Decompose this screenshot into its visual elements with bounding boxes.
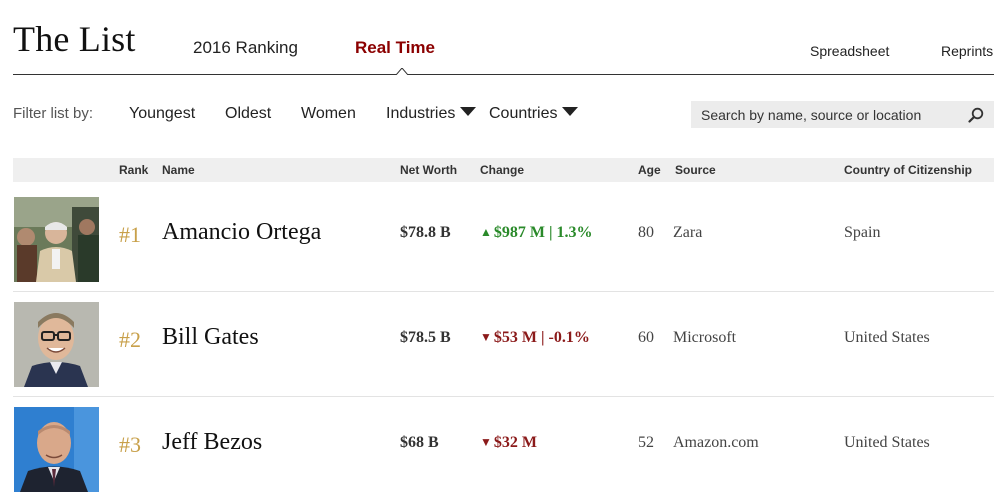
active-tab-notch-icon xyxy=(396,68,408,75)
table-row[interactable]: #2 Bill Gates $78.5 B ▼ $53 M | -0.1% 60 … xyxy=(13,291,994,396)
table-header: Rank Name Net Worth Change Age Source Co… xyxy=(13,158,994,182)
change-value: ▼ $53 M | -0.1% xyxy=(480,329,590,347)
change-text: $32 M xyxy=(493,434,537,451)
arrow-down-icon: ▼ xyxy=(480,330,492,344)
age-value: 80 xyxy=(638,224,654,241)
net-worth-value: $68 B xyxy=(400,434,439,451)
filter-women[interactable]: Women xyxy=(301,105,356,123)
net-worth-value: $78.5 B xyxy=(400,329,451,346)
filter-oldest[interactable]: Oldest xyxy=(225,105,271,123)
page-title: The List xyxy=(13,19,136,59)
column-header-country[interactable]: Country of Citizenship xyxy=(844,163,972,177)
chevron-down-icon xyxy=(460,107,477,116)
filter-youngest[interactable]: Youngest xyxy=(129,105,195,123)
arrow-up-icon: ▲ xyxy=(480,225,492,239)
age-value: 60 xyxy=(638,329,654,346)
table-row[interactable]: #1 Amancio Ortega $78.8 B ▲ $987 M | 1.3%… xyxy=(13,186,994,291)
column-header-change[interactable]: Change xyxy=(480,163,524,177)
tab-real-time[interactable]: Real Time xyxy=(355,38,435,58)
arrow-down-icon: ▼ xyxy=(480,435,492,449)
chevron-down-icon xyxy=(562,107,579,116)
person-photo xyxy=(14,407,99,492)
table-row[interactable]: #3 Jeff Bezos $68 B ▼ $32 M 52 Amazon.com… xyxy=(13,396,994,500)
filter-countries-label: Countries xyxy=(489,105,558,122)
country-value: United States xyxy=(844,434,930,451)
source-value: Microsoft xyxy=(673,329,737,346)
person-name[interactable]: Bill Gates xyxy=(162,324,259,351)
column-header-age[interactable]: Age xyxy=(638,163,661,177)
tab-2016-ranking[interactable]: 2016 Ranking xyxy=(193,38,298,58)
person-photo xyxy=(14,302,99,387)
filter-industries-dropdown[interactable]: Industries xyxy=(386,105,477,123)
country-value: Spain xyxy=(844,224,881,241)
change-value: ▼ $32 M xyxy=(480,434,537,452)
column-header-name[interactable]: Name xyxy=(162,163,195,177)
filter-countries-dropdown[interactable]: Countries xyxy=(489,105,579,123)
net-worth-value: $78.8 B xyxy=(400,224,451,241)
filter-industries-label: Industries xyxy=(386,105,456,122)
rank-value: #1 xyxy=(119,222,141,247)
change-text: $53 M | -0.1% xyxy=(493,329,590,346)
column-header-rank[interactable]: Rank xyxy=(119,163,148,177)
filter-label: Filter list by: xyxy=(13,105,94,122)
source-value: Zara xyxy=(673,224,703,241)
column-header-net-worth[interactable]: Net Worth xyxy=(400,163,457,177)
person-photo xyxy=(14,197,99,282)
person-name[interactable]: Jeff Bezos xyxy=(162,429,262,456)
reprints-link[interactable]: Reprints xyxy=(941,43,993,59)
change-text: $987 M | 1.3% xyxy=(493,224,593,241)
rank-value: #3 xyxy=(119,432,141,457)
age-value: 52 xyxy=(638,434,654,451)
search-input[interactable] xyxy=(691,101,961,128)
source-value: Amazon.com xyxy=(673,434,759,451)
header-divider xyxy=(13,74,994,75)
country-value: United States xyxy=(844,329,930,346)
column-header-source[interactable]: Source xyxy=(675,163,716,177)
rank-value: #2 xyxy=(119,327,141,352)
person-name[interactable]: Amancio Ortega xyxy=(162,219,321,246)
spreadsheet-link[interactable]: Spreadsheet xyxy=(810,43,889,59)
search-box xyxy=(691,101,994,128)
change-value: ▲ $987 M | 1.3% xyxy=(480,224,593,242)
search-icon[interactable] xyxy=(968,107,984,123)
